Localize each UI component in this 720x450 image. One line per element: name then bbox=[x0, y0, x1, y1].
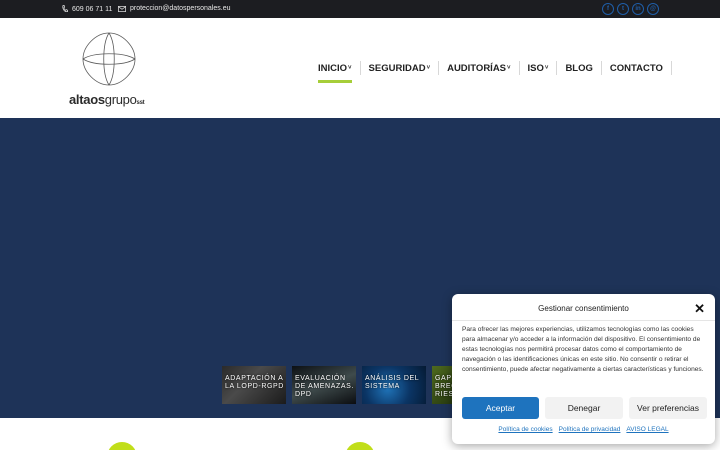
chevron-down-icon: ˅ bbox=[348, 65, 352, 71]
feature-circle-icon bbox=[107, 442, 137, 450]
close-icon[interactable]: ✕ bbox=[694, 302, 705, 315]
privacy-policy-link[interactable]: Política de privacidad bbox=[559, 426, 621, 433]
chevron-down-icon: ˅ bbox=[507, 65, 511, 71]
cookie-consent-dialog: Gestionar consentimiento ✕ Para ofrecer … bbox=[452, 294, 715, 444]
thumb-label: EVALUACIÓN DE AMENAZAS. DPD bbox=[295, 375, 354, 398]
phone-contact[interactable]: 609 06 71 11 bbox=[62, 5, 112, 13]
envelope-icon bbox=[118, 5, 126, 12]
main-nav: INICIO ˅ SEGURIDAD ˅ AUDITORÍAS ˅ ISO ˅ BLOG… bbox=[310, 60, 672, 83]
deny-button[interactable]: Denegar bbox=[545, 397, 623, 419]
nav-item-label: CONTACTO bbox=[609, 62, 663, 74]
logo-icon[interactable] bbox=[80, 30, 138, 93]
slider-thumb-amenazas[interactable]: EVALUACIÓN DE AMENAZAS. DPD bbox=[292, 366, 356, 404]
facebook-icon[interactable]: f bbox=[602, 3, 614, 15]
nav-item-label: ISO bbox=[527, 62, 544, 74]
chevron-down-icon: ˅ bbox=[544, 65, 549, 71]
logo-wordmark[interactable]: altaosgruposst bbox=[69, 92, 145, 107]
nav-item-label: INICIO bbox=[318, 62, 348, 74]
phone-icon bbox=[62, 5, 68, 13]
nav-item-inicio[interactable]: INICIO ˅ bbox=[310, 60, 360, 83]
logo-suffix: sst bbox=[136, 100, 145, 106]
mail-icon[interactable]: @ bbox=[647, 3, 659, 15]
thumb-label: ANÁLISIS DEL SISTEMA bbox=[365, 375, 420, 390]
accept-button[interactable]: Aceptar bbox=[462, 397, 539, 419]
chevron-down-icon: ˅ bbox=[426, 65, 431, 71]
nav-item-label: AUDITORÍAS bbox=[447, 62, 507, 74]
cookie-title: Gestionar consentimiento bbox=[538, 304, 629, 313]
nav-divider bbox=[670, 61, 672, 75]
nav-item-auditorias[interactable]: AUDITORÍAS ˅ bbox=[439, 60, 518, 76]
preferences-button[interactable]: Ver preferencias bbox=[629, 397, 707, 419]
nav-item-iso[interactable]: ISO ˅ bbox=[520, 60, 557, 76]
email-address: proteccion@datospersonales.eu bbox=[130, 5, 231, 12]
phone-number: 609 06 71 11 bbox=[72, 5, 113, 13]
nav-item-seguridad[interactable]: SEGURIDAD ˅ bbox=[361, 60, 439, 76]
site-header: altaosgruposst INICIO ˅ SEGURIDAD ˅ AUDITO… bbox=[0, 18, 720, 118]
cookie-policy-link[interactable]: Política de cookies bbox=[498, 426, 552, 433]
top-bar: 609 06 71 11 proteccion@datospersonales.… bbox=[0, 0, 720, 18]
linkedin-icon[interactable]: in bbox=[632, 3, 644, 15]
logo-light: grupo bbox=[104, 92, 137, 107]
slider-thumb-lopd[interactable]: ADAPTACIÓN A LA LOPD-RGPD bbox=[222, 366, 286, 404]
twitter-icon[interactable]: t bbox=[617, 3, 629, 15]
nav-item-contacto[interactable]: CONTACTO bbox=[602, 60, 671, 76]
nav-item-label: BLOG bbox=[565, 62, 593, 74]
slider-thumbnails: ADAPTACIÓN A LA LOPD-RGPD EVALUACIÓN DE … bbox=[222, 366, 472, 404]
nav-item-label: SEGURIDAD bbox=[368, 62, 426, 74]
thumb-label: ADAPTACIÓN A LA LOPD-RGPD bbox=[225, 375, 284, 390]
cookie-message: Para ofrecer las mejores experiencias, u… bbox=[462, 326, 704, 373]
social-links: f t in @ bbox=[602, 3, 659, 15]
feature-circle-icon bbox=[345, 442, 375, 450]
logo-bold: altaos bbox=[69, 92, 105, 107]
cookie-buttons: Aceptar Denegar Ver preferencias bbox=[462, 397, 707, 419]
nav-item-blog[interactable]: BLOG bbox=[557, 60, 600, 76]
cookie-divider bbox=[452, 320, 715, 321]
email-contact[interactable]: proteccion@datospersonales.eu bbox=[118, 5, 231, 12]
cookie-links: Política de cookies Política de privacid… bbox=[452, 426, 715, 433]
slider-thumb-sistema[interactable]: ANÁLISIS DEL SISTEMA bbox=[362, 366, 426, 404]
legal-notice-link[interactable]: AVISO LEGAL bbox=[626, 426, 668, 433]
